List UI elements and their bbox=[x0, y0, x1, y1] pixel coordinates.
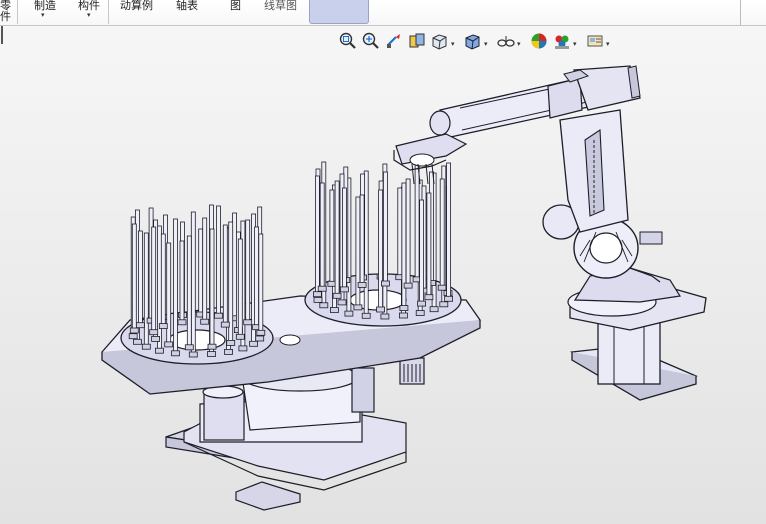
rod-holder bbox=[399, 305, 409, 312]
rod-holder bbox=[353, 304, 363, 311]
workpiece-rod bbox=[143, 232, 149, 349]
rod-holder bbox=[344, 310, 354, 317]
rod-holder bbox=[132, 338, 142, 345]
rod-holder bbox=[380, 280, 390, 287]
rod-holder bbox=[158, 323, 168, 330]
rod-holder bbox=[256, 329, 266, 336]
rod-holder bbox=[200, 318, 210, 325]
rod-holder bbox=[188, 351, 198, 358]
workpiece-rod bbox=[334, 180, 340, 298]
rod-holder bbox=[151, 335, 161, 342]
rod-holder bbox=[339, 286, 349, 293]
rod-holder bbox=[154, 347, 164, 354]
workpiece-rod bbox=[198, 228, 204, 317]
workpiece-rod bbox=[401, 182, 407, 310]
workpiece-rod bbox=[209, 228, 215, 349]
workpiece-rod bbox=[222, 224, 228, 327]
rod-holder bbox=[376, 306, 386, 313]
rod-holder bbox=[332, 292, 342, 299]
rod-holder bbox=[235, 333, 245, 340]
workpiece-rod bbox=[446, 162, 452, 301]
rod-holder bbox=[207, 343, 217, 350]
rod-holder bbox=[207, 351, 216, 357]
rod-holder bbox=[177, 319, 187, 326]
rod-holder bbox=[317, 285, 327, 292]
workpiece-rod bbox=[202, 217, 208, 324]
workpiece-rod bbox=[186, 235, 192, 350]
rod-holder bbox=[312, 291, 322, 298]
workpiece-rod bbox=[382, 171, 388, 286]
rod-holder bbox=[398, 312, 408, 319]
workpiece-rod bbox=[426, 192, 432, 300]
workpiece-rod bbox=[355, 196, 361, 310]
rod-holder bbox=[329, 307, 339, 313]
rod-holder bbox=[380, 313, 390, 320]
workpiece-rod bbox=[439, 178, 445, 290]
workpiece-rod bbox=[359, 194, 365, 287]
rod-holder bbox=[255, 335, 265, 342]
rod-holder bbox=[243, 319, 253, 326]
rod-holder bbox=[319, 302, 329, 309]
workpiece-rod bbox=[258, 233, 264, 335]
workpiece-rod bbox=[378, 189, 384, 312]
workpiece-rod bbox=[341, 187, 347, 292]
rod-holder bbox=[417, 300, 427, 307]
robot-cell-3d-model[interactable] bbox=[0, 0, 766, 524]
workpiece-rod bbox=[151, 226, 157, 335]
rod-holder bbox=[403, 282, 413, 289]
rod-holder bbox=[249, 340, 259, 347]
rod-holder bbox=[149, 329, 159, 336]
rod-holder bbox=[214, 312, 223, 319]
rod-holder bbox=[129, 327, 139, 334]
workpiece-rod bbox=[314, 175, 320, 297]
workpiece-rod bbox=[329, 189, 335, 286]
workpiece-rod bbox=[166, 242, 172, 347]
workpiece-rod bbox=[237, 238, 243, 339]
workpiece-rod bbox=[173, 218, 178, 356]
rod-holder bbox=[313, 296, 323, 303]
rod-holder bbox=[424, 294, 434, 301]
rod-holder bbox=[224, 348, 233, 355]
workpiece-rod bbox=[190, 211, 196, 357]
workpiece-rod bbox=[419, 199, 425, 306]
rod-holder bbox=[184, 344, 194, 351]
workpiece-rod bbox=[245, 219, 251, 325]
rod-holder bbox=[164, 341, 174, 348]
rod-holder bbox=[238, 345, 248, 352]
workpiece-rod bbox=[160, 233, 166, 328]
workpiece-rod bbox=[137, 230, 143, 328]
rod-holder bbox=[437, 284, 447, 291]
workpiece-rod bbox=[131, 223, 137, 333]
workpiece-rod bbox=[216, 205, 221, 318]
rod-holder bbox=[220, 321, 230, 328]
rod-holder bbox=[444, 295, 454, 302]
rod-holder bbox=[357, 281, 367, 288]
rod-holder bbox=[327, 280, 337, 287]
rod-holder bbox=[361, 312, 371, 319]
workpiece-rod bbox=[319, 182, 325, 291]
workpiece-rod bbox=[397, 187, 403, 280]
rod-holder bbox=[429, 306, 439, 313]
rod-holder bbox=[226, 339, 236, 346]
rod-holder bbox=[439, 301, 449, 308]
workpiece-rod bbox=[179, 240, 185, 325]
rod-holder bbox=[128, 333, 138, 340]
rod-holder bbox=[171, 350, 180, 357]
rod-holder bbox=[337, 299, 347, 306]
workpiece-rod bbox=[254, 226, 260, 330]
workpiece-rod bbox=[405, 178, 411, 288]
rod-holder bbox=[135, 322, 145, 329]
rod-holder bbox=[141, 343, 151, 350]
rod-holder bbox=[415, 310, 425, 316]
workpiece-rod bbox=[414, 164, 420, 282]
